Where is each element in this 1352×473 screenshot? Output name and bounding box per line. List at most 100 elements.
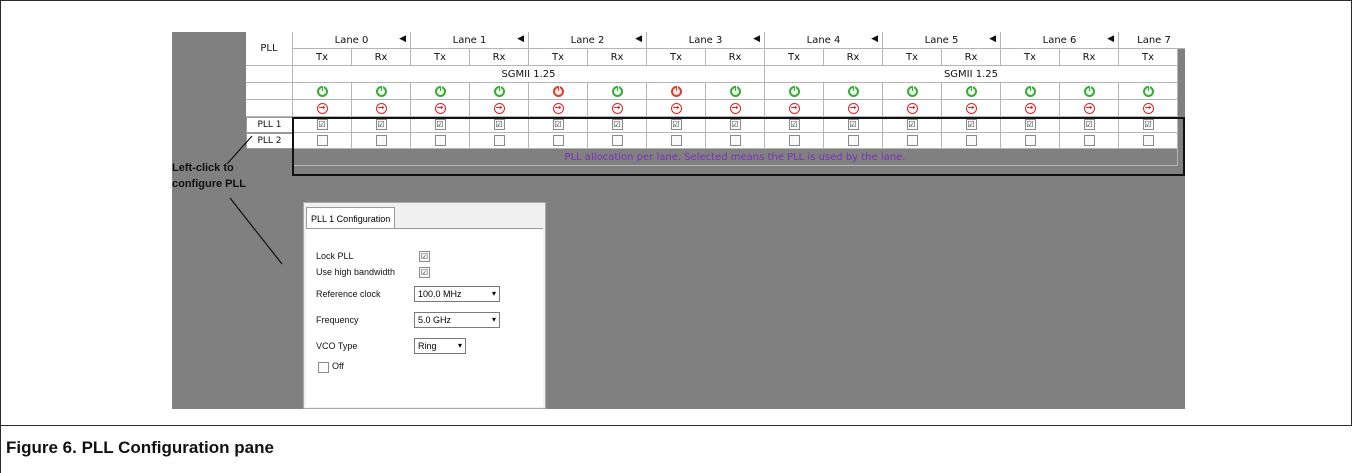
direction-cell: → (942, 100, 1001, 117)
frequency-label: Frequency (316, 315, 359, 325)
collapse-arrow-icon[interactable]: ◀ (635, 34, 642, 44)
tx-column-header: Tx (1119, 49, 1178, 66)
reference-clock-label: Reference clock (316, 289, 381, 299)
high-bandwidth-checkbox[interactable]: ☑ (419, 267, 430, 278)
lane-header-label: Lane 2 (570, 34, 605, 46)
arrow-right-icon: → (1142, 102, 1154, 114)
lane-header[interactable]: Lane 1 ◀ (411, 32, 529, 49)
collapse-arrow-icon[interactable]: ◀ (989, 34, 996, 44)
collapse-arrow-icon[interactable]: ◀ (517, 34, 524, 44)
caption-left-rule (0, 425, 1, 473)
arrow-right-icon: → (316, 102, 328, 114)
power-cell (352, 83, 411, 100)
power-icon[interactable] (788, 85, 800, 97)
power-icon[interactable] (434, 85, 446, 97)
tab-pll1-configuration[interactable]: PLL 1 Configuration (306, 207, 396, 229)
collapse-arrow-icon[interactable]: ◀ (1107, 34, 1114, 44)
reference-clock-value: 100.0 MHz (418, 289, 462, 299)
power-icon[interactable] (906, 85, 918, 97)
power-icon[interactable] (552, 85, 564, 97)
figure-caption: Figure 6. PLL Configuration pane (6, 438, 274, 457)
pll1-configuration-panel: PLL 1 Configuration Lock PLL ☑ Use high … (303, 202, 546, 409)
row-label-cell (246, 83, 293, 100)
power-cell (470, 83, 529, 100)
protocol-row: SGMII 1.25 SGMII 1.25 (246, 66, 1178, 83)
rx-column-header: Rx (824, 49, 883, 66)
direction-cell: → (883, 100, 942, 117)
lane-header-label: Lane 6 (1042, 34, 1077, 46)
frequency-value: 5.0 GHz (418, 315, 452, 325)
direction-cell: → (647, 100, 706, 117)
lane-header[interactable]: Lane 6 ◀ (1001, 32, 1119, 49)
lane-header[interactable]: Lane 5 ◀ (883, 32, 1001, 49)
pll-row-label[interactable]: PLL 2 (246, 133, 293, 149)
vco-type-value: Ring (418, 341, 437, 351)
lane-header[interactable]: Lane 3 ◀ (647, 32, 765, 49)
collapse-arrow-icon[interactable]: ◀ (399, 34, 406, 44)
off-checkbox[interactable] (318, 362, 329, 373)
arrow-right-icon: → (375, 102, 387, 114)
direction-cell: → (1119, 100, 1178, 117)
arrow-right-icon: → (906, 102, 918, 114)
direction-cell: → (706, 100, 765, 117)
row-label-cell (246, 100, 293, 117)
power-icon[interactable] (375, 85, 387, 97)
power-cell (1119, 83, 1178, 100)
reference-clock-select[interactable]: 100.0 MHz ▾ (414, 286, 500, 302)
collapse-arrow-icon[interactable]: ◀ (753, 34, 760, 44)
lane-header[interactable]: Lane 7 (1119, 32, 1185, 49)
annotation-line-2: configure PLL (172, 178, 246, 190)
vco-type-select[interactable]: Ring ▾ (414, 338, 466, 354)
off-label: Off (332, 361, 344, 371)
chevron-down-icon: ▾ (491, 315, 496, 324)
caption-divider (0, 425, 1352, 426)
power-icon[interactable] (847, 85, 859, 97)
pll-row-label[interactable]: PLL 1 (246, 117, 293, 133)
direction-cell: → (293, 100, 352, 117)
power-cell (765, 83, 824, 100)
lock-pll-checkbox[interactable]: ☑ (419, 251, 430, 262)
arrow-right-icon: → (788, 102, 800, 114)
lane-header-label: Lane 4 (806, 34, 841, 46)
protocol-cell: SGMII 1.25 (765, 66, 1178, 83)
chevron-down-icon: ▾ (491, 289, 496, 298)
collapse-arrow-icon[interactable]: ◀ (871, 34, 878, 44)
direction-row: → → → → → → → → → → → → → → → (246, 100, 1178, 117)
lane-header[interactable]: Lane 0 ◀ (293, 32, 411, 49)
arrow-right-icon: → (434, 102, 446, 114)
lane-header[interactable]: Lane 4 ◀ (765, 32, 883, 49)
left-click-annotation: Left-click to configure PLL (172, 160, 246, 192)
direction-cell: → (411, 100, 470, 117)
lane-header-label: Lane 3 (688, 34, 723, 46)
arrow-right-icon: → (1083, 102, 1095, 114)
power-icon[interactable] (729, 85, 741, 97)
power-icon[interactable] (670, 85, 682, 97)
arrow-right-icon: → (965, 102, 977, 114)
power-icon[interactable] (493, 85, 505, 97)
power-cell (1001, 83, 1060, 100)
power-cell (1060, 83, 1119, 100)
power-cell (706, 83, 765, 100)
power-icon[interactable] (611, 85, 623, 97)
power-cell (824, 83, 883, 100)
power-cell (411, 83, 470, 100)
power-cell (293, 83, 352, 100)
power-icon[interactable] (1142, 85, 1154, 97)
leader-to-panel (229, 197, 283, 265)
tx-column-header: Tx (647, 49, 706, 66)
power-icon[interactable] (1024, 85, 1036, 97)
arrow-right-icon: → (493, 102, 505, 114)
lane-header-label: Lane 0 (334, 34, 369, 46)
power-icon[interactable] (316, 85, 328, 97)
power-icon[interactable] (965, 85, 977, 97)
pll-selection-highlight (292, 117, 1185, 176)
power-icon[interactable] (1083, 85, 1095, 97)
off-row: Off (332, 361, 344, 371)
rx-column-header: Rx (588, 49, 647, 66)
high-bandwidth-label: Use high bandwidth (316, 267, 396, 277)
frequency-select[interactable]: 5.0 GHz ▾ (414, 312, 500, 328)
power-cell (588, 83, 647, 100)
lane-header[interactable]: Lane 2 ◀ (529, 32, 647, 49)
power-row (246, 83, 1178, 100)
rx-column-header: Rx (352, 49, 411, 66)
